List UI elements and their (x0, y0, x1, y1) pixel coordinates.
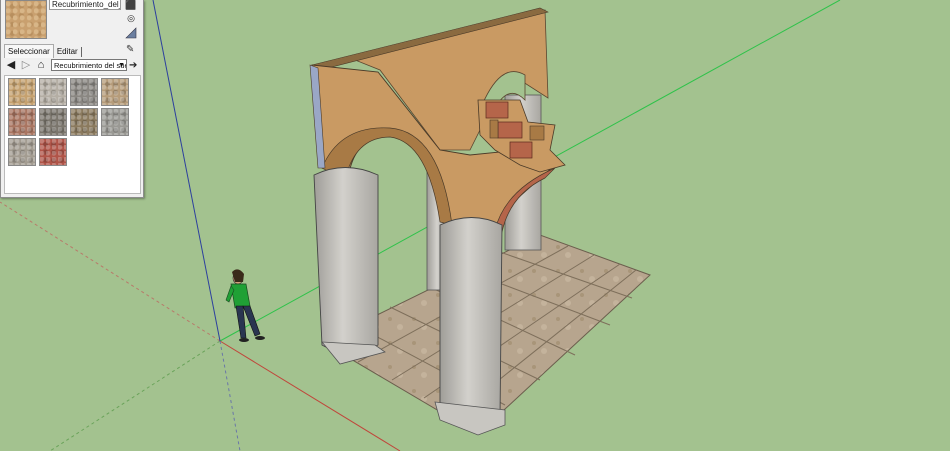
collection-dropdown-value: Recubrimiento del suelo (54, 61, 127, 70)
material-preview-swatch[interactable] (5, 0, 47, 39)
green-axis-dashed (49, 340, 221, 451)
blue-axis (152, 0, 221, 342)
column-front-left[interactable] (313, 167, 386, 365)
swatch-9[interactable] (8, 138, 36, 166)
sample-paint-icon[interactable] (125, 27, 137, 39)
materials-panel: Recubrimiento_del_suelo ⬛ ◎ SeleccionarE… (0, 0, 144, 198)
swatch-2[interactable] (39, 78, 67, 106)
panel-tabs: Seleccionar Editar (4, 44, 82, 58)
material-name-field[interactable]: Recubrimiento_del_suelo (49, 0, 121, 10)
column-front-right[interactable] (434, 217, 506, 436)
create-material-icon[interactable]: ⬛ (125, 0, 137, 11)
blue-axis-dashed (219, 340, 241, 451)
back-arrow-icon[interactable]: ◀ (5, 59, 17, 72)
swatch-7[interactable] (70, 108, 98, 136)
swatch-6[interactable] (39, 108, 67, 136)
forward-arrow-icon[interactable]: ▷ (20, 59, 32, 72)
swatch-10[interactable] (39, 138, 67, 166)
camera-icon[interactable]: ◎ (125, 13, 137, 24)
swatch-4[interactable] (101, 78, 129, 106)
collection-nav-row: ◀ ▷ ⌂ Recubrimiento del suelo ▼ ➔ (5, 59, 139, 73)
details-arrow-icon[interactable]: ➔ (129, 59, 139, 72)
red-axis-dashed (0, 201, 221, 342)
swatch-1[interactable] (8, 78, 36, 106)
tab-divider (80, 46, 82, 57)
tab-seleccionar[interactable]: Seleccionar (4, 44, 54, 58)
swatch-3[interactable] (70, 78, 98, 106)
swatch-5[interactable] (8, 108, 36, 136)
collection-dropdown[interactable]: Recubrimiento del suelo ▼ (51, 59, 127, 71)
home-icon[interactable]: ⌂ (35, 59, 47, 72)
eyedropper-icon[interactable]: ✎ (126, 44, 134, 55)
material-swatch-grid (4, 75, 141, 194)
swatch-8[interactable] (101, 108, 129, 136)
tab-editar[interactable]: Editar (54, 45, 81, 58)
chevron-down-icon: ▼ (118, 62, 125, 69)
person-figure[interactable] (225, 269, 265, 342)
